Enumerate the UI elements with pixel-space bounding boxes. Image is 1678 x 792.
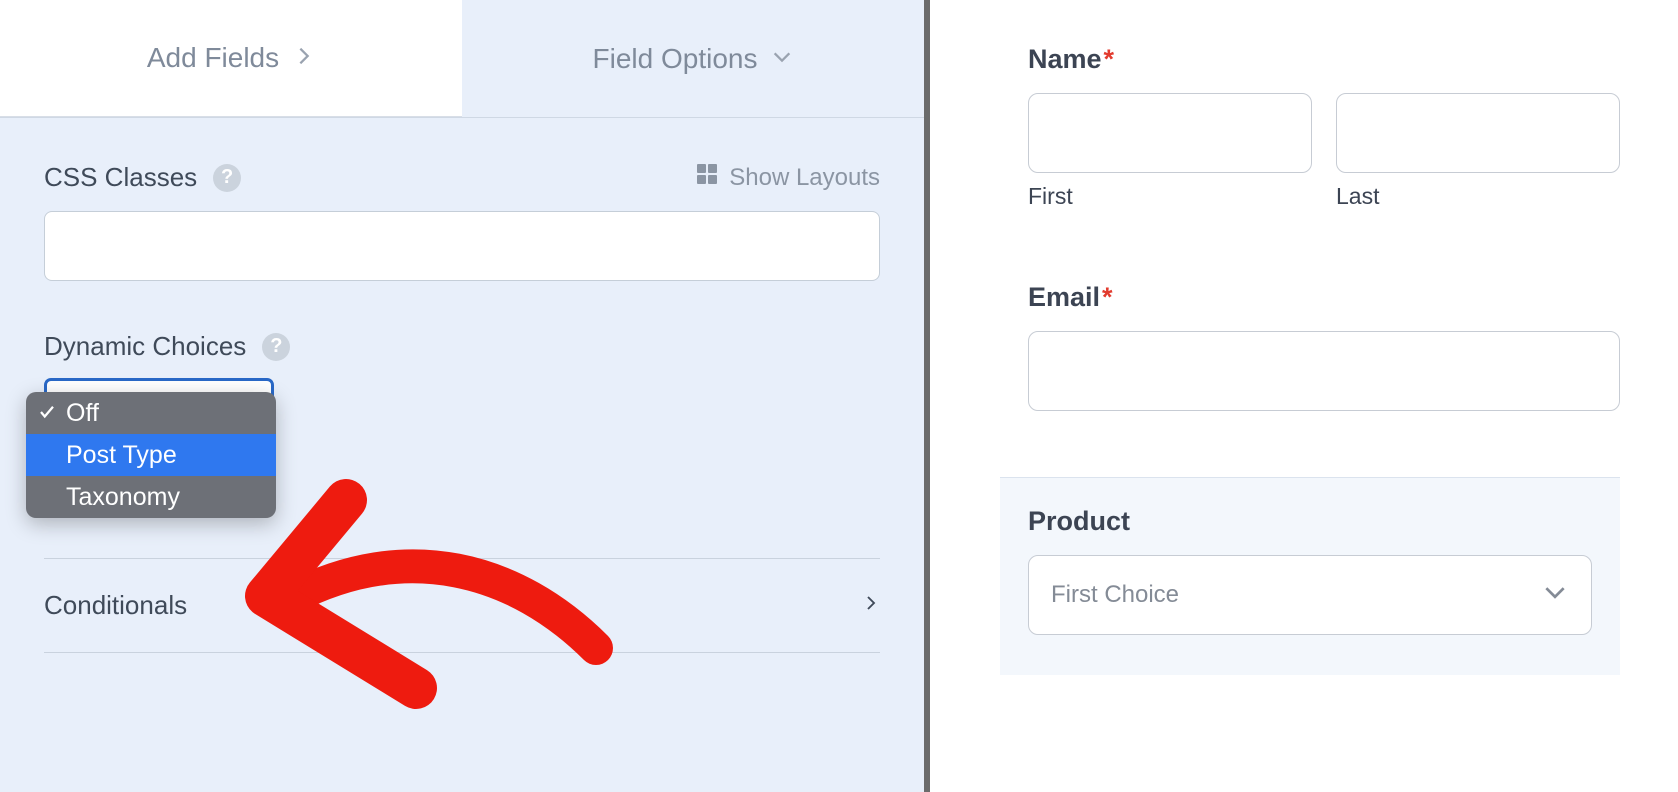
label-text: Name xyxy=(1028,44,1102,74)
dropdown-option-post-type[interactable]: Post Type xyxy=(26,434,276,476)
show-layouts-button[interactable]: Show Layouts xyxy=(695,162,880,193)
product-field: Product xyxy=(1000,477,1620,675)
chevron-down-icon xyxy=(771,43,793,75)
dropdown-option-taxonomy[interactable]: Taxonomy xyxy=(26,476,276,518)
product-label: Product xyxy=(1028,506,1592,537)
chevron-down-icon xyxy=(1542,580,1568,611)
help-icon[interactable]: ? xyxy=(213,164,241,192)
show-layouts-label: Show Layouts xyxy=(729,164,880,192)
form-preview-panel: Name* First Last Email* Product xyxy=(930,0,1678,792)
tab-label: Field Options xyxy=(593,43,758,75)
chevron-right-icon xyxy=(862,589,880,622)
css-classes-input[interactable] xyxy=(44,211,880,281)
field-options-panel: Add Fields Field Options CSS Classes ? S… xyxy=(0,0,930,792)
tab-label: Add Fields xyxy=(147,42,279,74)
label-text: Email xyxy=(1028,282,1100,312)
last-name-col: Last xyxy=(1336,93,1620,210)
first-name-col: First xyxy=(1028,93,1312,210)
option-label: Taxonomy xyxy=(66,483,180,512)
required-asterisk: * xyxy=(1102,282,1113,312)
help-icon[interactable]: ? xyxy=(262,333,290,361)
name-field: Name* First Last xyxy=(1028,44,1620,210)
email-label: Email* xyxy=(1028,282,1620,313)
dynamic-choices-label: Dynamic Choices xyxy=(44,331,246,362)
last-sublabel: Last xyxy=(1336,183,1620,210)
tab-add-fields[interactable]: Add Fields xyxy=(0,0,462,117)
first-name-input[interactable] xyxy=(1028,93,1312,173)
grid-icon xyxy=(695,162,719,193)
product-select-value[interactable] xyxy=(1028,555,1592,635)
dropdown-option-off[interactable]: Off xyxy=(26,392,276,434)
first-sublabel: First xyxy=(1028,183,1312,210)
required-asterisk: * xyxy=(1104,44,1115,74)
product-select[interactable] xyxy=(1028,555,1592,635)
css-classes-label-wrap: CSS Classes ? xyxy=(44,162,241,193)
last-name-input[interactable] xyxy=(1336,93,1620,173)
conditionals-row[interactable]: Conditionals xyxy=(44,559,880,653)
panel-tabs: Add Fields Field Options xyxy=(0,0,924,118)
css-classes-header: CSS Classes ? Show Layouts xyxy=(44,162,880,193)
name-label: Name* xyxy=(1028,44,1620,75)
dynamic-choices-section: Dynamic Choices ? Off Post Type xyxy=(44,331,880,362)
chevron-right-icon xyxy=(293,42,315,74)
check-icon xyxy=(38,399,56,428)
tab-field-options[interactable]: Field Options xyxy=(462,0,924,117)
email-field: Email* xyxy=(1028,282,1620,411)
dropdown-list: Off Post Type Taxonomy xyxy=(26,392,276,518)
css-classes-label: CSS Classes xyxy=(44,162,197,193)
conditionals-label: Conditionals xyxy=(44,590,187,621)
email-input[interactable] xyxy=(1028,331,1620,411)
option-label: Off xyxy=(66,399,99,428)
option-label: Post Type xyxy=(66,441,177,470)
dynamic-choices-label-wrap: Dynamic Choices ? xyxy=(44,331,880,362)
panel-body: CSS Classes ? Show Layouts Dynamic Choic… xyxy=(0,118,924,653)
